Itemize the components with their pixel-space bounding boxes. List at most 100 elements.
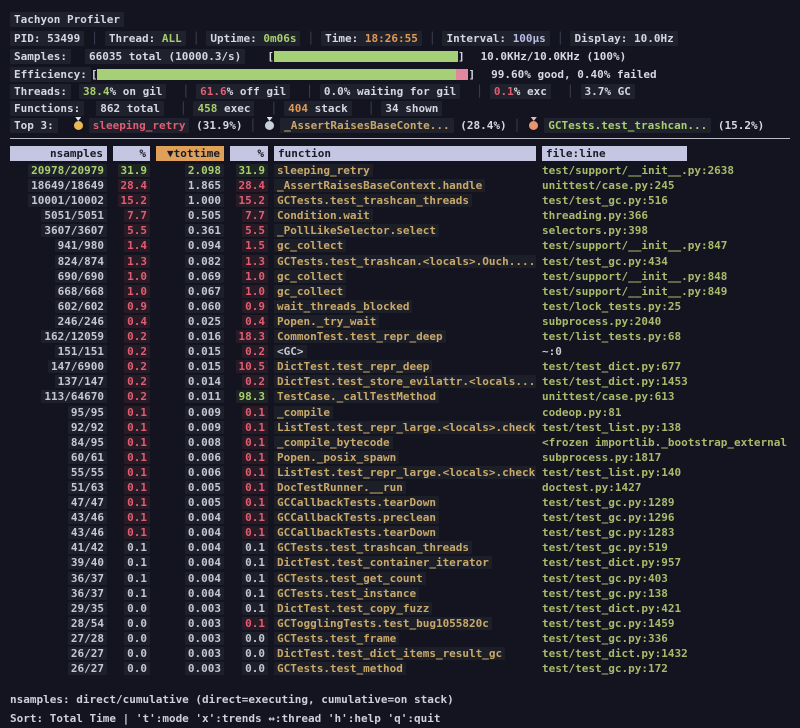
cell-fileline: subprocess.py:2040 xyxy=(542,314,790,329)
table-row[interactable]: 690/6901.00.0691.0gc_collecttest/support… xyxy=(10,269,790,284)
table-body: 20978/2097931.92.09831.9sleeping_retryte… xyxy=(10,163,790,676)
exec-value: 458 xyxy=(197,102,217,115)
cell-tottime: 0.008 xyxy=(156,435,224,450)
cell-pct-direct: 0.1 xyxy=(113,586,150,601)
cell-fileline: test/test_gc.py:403 xyxy=(542,571,790,586)
column-header-tottime[interactable]: ▼tottime xyxy=(156,146,224,161)
table-row[interactable]: 246/2460.40.0250.4Popen._try_waitsubproc… xyxy=(10,314,790,329)
cell-pct-direct: 15.2 xyxy=(113,193,150,208)
table-row[interactable]: 10001/1000215.21.00015.2GCTests.test_tra… xyxy=(10,193,790,208)
cell-nsamples: 246/246 xyxy=(10,314,107,329)
display-field: Display: 10.0Hz xyxy=(570,31,677,46)
table-row[interactable]: 39/400.10.0040.1DictTest.test_container_… xyxy=(10,555,790,570)
cell-function: GCTests.test_get_count xyxy=(274,571,536,586)
cell-function: _AssertRaisesBaseContext.handle xyxy=(274,178,536,193)
cell-pct-cumulative: 0.1 xyxy=(230,601,268,616)
table-row[interactable]: 824/8741.30.0821.3GCTests.test_trashcan.… xyxy=(10,254,790,269)
table-row[interactable]: 27/280.00.0030.0GCTests.test_frametest/t… xyxy=(10,631,790,646)
cell-tottime: 0.060 xyxy=(156,299,224,314)
table-row[interactable]: 28/540.00.0030.1GCTogglingTests.test_bug… xyxy=(10,616,790,631)
table-row[interactable]: 668/6681.00.0671.0gc_collecttest/support… xyxy=(10,284,790,299)
cell-tottime: 0.009 xyxy=(156,405,224,420)
table-row[interactable]: 147/69000.20.01510.5DictTest.test_repr_d… xyxy=(10,359,790,374)
cell-nsamples: 113/64670 xyxy=(10,389,107,404)
column-header-pct-direct[interactable]: % xyxy=(113,146,150,161)
table-row[interactable]: 47/470.10.0050.1GCCallbackTests.tearDown… xyxy=(10,495,790,510)
samples-bar-fill xyxy=(274,51,458,62)
cell-function: DocTestRunner.__run xyxy=(274,480,536,495)
exc-suffix: % exc xyxy=(514,85,547,98)
table-row[interactable]: 43/460.10.0040.1GCCallbackTests.preclean… xyxy=(10,510,790,525)
table-row[interactable]: 941/9801.40.0941.5gc_collecttest/support… xyxy=(10,238,790,253)
efficiency-bar xyxy=(97,69,468,80)
cell-nsamples: 18649/18649 xyxy=(10,178,107,193)
cell-pct-direct: 1.0 xyxy=(113,269,150,284)
column-header-pct-cumulative[interactable]: % xyxy=(230,146,268,161)
cell-pct-direct: 5.5 xyxy=(113,223,150,238)
table-row[interactable]: 162/120590.20.01618.3CommonTest.test_rep… xyxy=(10,329,790,344)
table-row[interactable]: 29/350.00.0030.1DictTest.test_copy_fuzzt… xyxy=(10,601,790,616)
efficiency-bar-open: [ xyxy=(91,68,98,81)
cell-pct-direct: 0.1 xyxy=(113,435,150,450)
cell-pct-direct: 0.1 xyxy=(113,420,150,435)
table-row[interactable]: 3607/36075.50.3615.5_PollLikeSelector.se… xyxy=(10,223,790,238)
table-row[interactable]: 95/950.10.0090.1_compilecodeop.py:81 xyxy=(10,405,790,420)
time-field: Time: 18:26:55 xyxy=(321,31,422,46)
table-row[interactable]: 55/550.10.0060.1ListTest.test_repr_large… xyxy=(10,465,790,480)
cell-fileline: test/test_gc.py:1296 xyxy=(542,510,790,525)
table-row[interactable]: 602/6020.90.0600.9wait_threads_blockedte… xyxy=(10,299,790,314)
table-row[interactable]: 36/370.10.0040.1GCTests.test_instancetes… xyxy=(10,586,790,601)
divider: │ xyxy=(368,102,375,115)
table-row[interactable]: 36/370.10.0040.1GCTests.test_get_countte… xyxy=(10,571,790,586)
display-value: 10.0Hz xyxy=(634,32,674,45)
cell-nsamples: 162/12059 xyxy=(10,329,107,344)
table-row[interactable]: 20978/2097931.92.09831.9sleeping_retryte… xyxy=(10,163,790,178)
top3-item-2[interactable]: _AssertRaisesBaseConte... (28.4%) xyxy=(263,119,507,132)
column-header-function[interactable]: function xyxy=(274,146,536,161)
table-row[interactable]: 60/610.10.0060.1Popen._posix_spawnsubpro… xyxy=(10,450,790,465)
table-header: nsamples % ▼tottime % function file:line xyxy=(10,145,790,161)
top3-item-1[interactable]: sleeping_retry (31.9%) xyxy=(72,119,243,132)
cell-fileline: test/support/__init__.py:847 xyxy=(542,238,790,253)
threads-gc: 3.7% GC xyxy=(581,84,635,99)
cell-nsamples: 690/690 xyxy=(10,269,107,284)
table-row[interactable]: 92/920.10.0090.1ListTest.test_repr_large… xyxy=(10,420,790,435)
uptime-value: 0m06s xyxy=(263,32,296,45)
table-row[interactable]: 113/646700.20.01198.3TestCase._callTestM… xyxy=(10,389,790,404)
table-row[interactable]: 26/270.00.0030.0DictTest.test_dict_items… xyxy=(10,646,790,661)
column-header-nsamples[interactable]: nsamples xyxy=(10,146,107,161)
cell-function: GCTogglingTests.test_bug1055820c xyxy=(274,616,536,631)
exc-value: 0.1 xyxy=(494,85,514,98)
table-row[interactable]: 41/420.10.0040.1GCTests.test_trashcan_th… xyxy=(10,540,790,555)
uptime-label: Uptime: xyxy=(210,32,256,45)
table-row[interactable]: 151/1510.20.0150.2<GC>~:0 xyxy=(10,344,790,359)
top3-item-3[interactable]: GCTests.test_trashcan... (15.2%) xyxy=(527,119,764,132)
column-header-fileline[interactable]: file:line xyxy=(542,146,790,161)
table-row[interactable]: 51/630.10.0050.1DocTestRunner.__rundocte… xyxy=(10,480,790,495)
table-row[interactable]: 18649/1864928.41.86528.4_AssertRaisesBas… xyxy=(10,178,790,193)
divider: │ xyxy=(91,32,98,45)
shown-suffix: shown xyxy=(399,102,439,115)
table-row[interactable]: 84/950.10.0080.1_compile_bytecode<frozen… xyxy=(10,435,790,450)
cell-function: DictTest.test_store_evilattr.<locals... xyxy=(274,374,536,389)
table-row[interactable]: 43/460.10.0040.1GCCallbackTests.tearDown… xyxy=(10,525,790,540)
thread-field[interactable]: Thread: ALL xyxy=(105,31,186,46)
table-row[interactable]: 5051/50517.70.5057.7Condition.waitthread… xyxy=(10,208,790,223)
cell-nsamples: 55/55 xyxy=(10,465,107,480)
cell-pct-direct: 0.0 xyxy=(113,646,150,661)
cell-fileline: test/test_gc.py:1459 xyxy=(542,616,790,631)
top3-row: Top 3: sleeping_retry (31.9%) │ _AssertR… xyxy=(10,117,790,134)
profiler-screen: Tachyon Profiler PID: 53499 │ Thread: AL… xyxy=(0,0,800,723)
top3-pct-3: (15.2%) xyxy=(718,119,764,132)
cell-pct-direct: 0.0 xyxy=(113,661,150,676)
status-row: PID: 53499 │ Thread: ALL │ Uptime: 0m06s… xyxy=(10,29,790,47)
interval-field: Interval: 100μs xyxy=(442,31,549,46)
cell-fileline: test/test_gc.py:516 xyxy=(542,193,790,208)
table-row[interactable]: 137/1470.20.0140.2DictTest.test_store_ev… xyxy=(10,374,790,389)
table-row[interactable]: 26/270.00.0030.0GCTests.test_methodtest/… xyxy=(10,661,790,676)
cell-fileline: threading.py:366 xyxy=(542,208,790,223)
cell-fileline: test/test_gc.py:336 xyxy=(542,631,790,646)
cell-pct-cumulative: 0.1 xyxy=(230,420,268,435)
cell-tottime: 0.069 xyxy=(156,269,224,284)
cell-pct-direct: 0.1 xyxy=(113,540,150,555)
